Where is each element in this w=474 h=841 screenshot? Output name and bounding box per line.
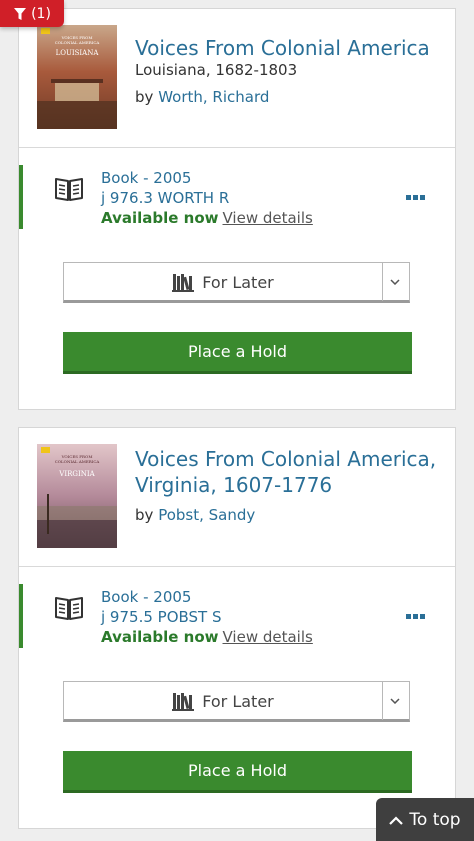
svg-text:COLONIAL AMERICA: COLONIAL AMERICA — [55, 459, 100, 464]
to-top-label: To top — [409, 809, 461, 830]
availability-status: Available now — [101, 209, 219, 227]
for-later-dropdown[interactable] — [381, 263, 409, 301]
filter-count: (1) — [31, 5, 51, 22]
book-icon — [55, 597, 83, 620]
result-title[interactable]: Voices From Colonial America, Virginia, … — [135, 446, 443, 498]
book-cover-image[interactable]: VOICES FROM COLONIAL AMERICA LOUISIANA — [37, 25, 117, 129]
call-number: j 976.3 WORTH R — [101, 189, 230, 207]
availability-line: Available now View details — [101, 209, 313, 227]
view-details-link[interactable]: View details — [223, 628, 313, 646]
chevron-down-icon — [390, 279, 400, 285]
format-label[interactable]: Book - 2005 — [101, 588, 191, 606]
filter-icon — [14, 7, 27, 20]
for-later-button[interactable]: For Later — [64, 682, 382, 720]
call-number: j 975.5 POBST S — [101, 608, 222, 626]
format-row: Book - 2005 j 975.5 POBST S Available no… — [19, 584, 457, 656]
place-hold-button[interactable]: Place a Hold — [63, 751, 412, 793]
format-label[interactable]: Book - 2005 — [101, 169, 191, 187]
view-details-link[interactable]: View details — [223, 209, 313, 227]
availability-bar — [19, 165, 23, 229]
for-later-label: For Later — [202, 272, 274, 292]
for-later-label: For Later — [202, 691, 274, 711]
result-header: VOICES FROM COLONIAL AMERICA LOUISIANA V… — [19, 9, 455, 148]
chevron-up-icon — [389, 815, 404, 825]
filter-badge[interactable]: (1) — [0, 0, 64, 27]
availability-line: Available now View details — [101, 628, 313, 646]
shelf-icon — [172, 274, 195, 292]
for-later-button[interactable]: For Later — [64, 263, 382, 301]
for-later-button-group: For Later — [63, 262, 410, 303]
format-row: Book - 2005 j 976.3 WORTH R Available no… — [19, 165, 457, 237]
availability-bar — [19, 584, 23, 648]
chevron-down-icon — [390, 698, 400, 704]
more-options-icon[interactable] — [406, 195, 425, 200]
by-label: by — [135, 506, 154, 524]
svg-text:VIRGINIA: VIRGINIA — [58, 470, 95, 478]
book-icon — [55, 178, 83, 201]
place-hold-button[interactable]: Place a Hold — [63, 332, 412, 374]
shelf-icon — [172, 693, 195, 711]
to-top-button[interactable]: To top — [376, 798, 474, 841]
svg-text:COLONIAL AMERICA: COLONIAL AMERICA — [55, 40, 100, 45]
result-card: VOICES FROM COLONIAL AMERICA LOUISIANA V… — [18, 8, 456, 410]
more-options-icon[interactable] — [406, 614, 425, 619]
availability-status: Available now — [101, 628, 219, 646]
result-author-line: by Worth, Richard — [135, 88, 269, 106]
svg-text:LOUISIANA: LOUISIANA — [56, 49, 100, 57]
result-card: VOICES FROM COLONIAL AMERICA VIRGINIA Vo… — [18, 427, 456, 829]
result-subtitle: Louisiana, 1682-1803 — [135, 61, 298, 79]
book-cover-image[interactable]: VOICES FROM COLONIAL AMERICA VIRGINIA — [37, 444, 117, 548]
author-link[interactable]: Worth, Richard — [158, 88, 269, 106]
result-header: VOICES FROM COLONIAL AMERICA VIRGINIA Vo… — [19, 428, 455, 567]
for-later-dropdown[interactable] — [381, 682, 409, 720]
for-later-button-group: For Later — [63, 681, 410, 722]
author-link[interactable]: Pobst, Sandy — [158, 506, 255, 524]
result-title[interactable]: Voices From Colonial America — [135, 35, 443, 61]
result-author-line: by Pobst, Sandy — [135, 506, 255, 524]
by-label: by — [135, 88, 154, 106]
